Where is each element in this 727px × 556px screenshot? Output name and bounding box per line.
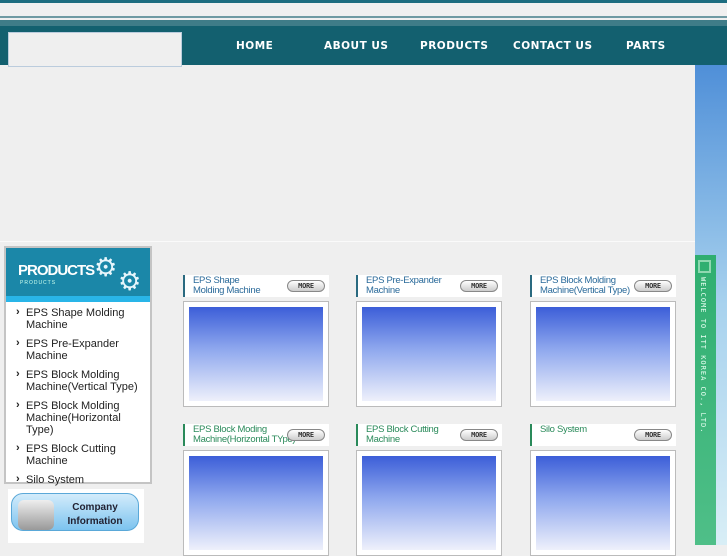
product-card: Silo System MORE (530, 424, 676, 556)
gear-icon: ⚙ (118, 266, 142, 296)
more-button[interactable]: MORE (634, 280, 672, 292)
product-title[interactable]: EPS Block Moding Machine(Horizontal TYpe)… (183, 424, 329, 446)
welcome-text: WELCOME TO ITT KOREA CO., LTD. (699, 277, 707, 434)
product-image[interactable] (530, 450, 676, 556)
product-image[interactable] (356, 301, 502, 407)
welcome-panel: WELCOME TO ITT KOREA CO., LTD. (695, 255, 716, 545)
more-button[interactable]: MORE (634, 429, 672, 441)
more-button[interactable]: MORE (460, 280, 498, 292)
sidebar-header: PRODUCTS PRODUCTS ⚙ ⚙ (6, 248, 150, 302)
sidebar-item[interactable]: EPS Block Molding Machine(Vertical Type) (16, 368, 150, 393)
product-card: EPS Block Molding Machine(Vertical Type) M… (530, 275, 676, 407)
product-title[interactable]: Silo System MORE (530, 424, 676, 446)
company-info-label: Company Information (67, 502, 123, 527)
square-icon (698, 260, 711, 273)
company-info-button[interactable]: Company Information (8, 489, 144, 543)
product-card: EPS Pre-Expander Machine MORE (356, 275, 502, 407)
sidebar-subtitle: PRODUCTS (20, 280, 57, 286)
nav-home[interactable]: HOME (236, 40, 273, 52)
product-title[interactable]: EPS Block Cutting Machine MORE (356, 424, 502, 446)
nav-contact-us[interactable]: CONTACT US (513, 40, 593, 52)
product-image[interactable] (183, 450, 329, 556)
product-image[interactable] (183, 301, 329, 407)
product-card: EPS Block Moding Machine(Horizontal TYpe)… (183, 424, 329, 556)
sidebar-item[interactable]: Silo System (16, 473, 150, 486)
nav-bar: HOME ABOUT US PRODUCTS CONTACT US PARTS (0, 20, 727, 67)
product-title[interactable]: EPS Pre-Expander Machine MORE (356, 275, 502, 297)
logo[interactable] (8, 32, 182, 67)
more-button[interactable]: MORE (460, 429, 498, 441)
nav-about-us[interactable]: ABOUT US (324, 40, 389, 52)
nav-parts[interactable]: PARTS (626, 40, 666, 52)
sidebar-title: PRODUCTS (18, 262, 95, 279)
product-title[interactable]: EPS Shape Molding Machine MORE (183, 275, 329, 297)
divider (0, 241, 695, 242)
sidebar-item[interactable]: EPS Block Molding Machine(Horizontal Typ… (16, 399, 150, 436)
gear-icon: ⚙ (94, 252, 118, 282)
sidebar-item[interactable]: EPS Shape Molding Machine (16, 306, 150, 331)
top-band (0, 3, 727, 18)
more-button[interactable]: MORE (287, 280, 325, 292)
product-image[interactable] (356, 450, 502, 556)
product-card: EPS Shape Molding Machine MORE (183, 275, 329, 407)
more-button[interactable]: MORE (287, 429, 325, 441)
product-title[interactable]: EPS Block Molding Machine(Vertical Type) M… (530, 275, 676, 297)
sidebar-item[interactable]: EPS Block Cutting Machine (16, 442, 150, 467)
product-card: EPS Block Cutting Machine MORE (356, 424, 502, 556)
products-sidebar: PRODUCTS PRODUCTS ⚙ ⚙ EPS Shape Molding … (4, 246, 152, 486)
product-image[interactable] (530, 301, 676, 407)
sidebar-item[interactable]: EPS Pre-Expander Machine (16, 337, 150, 362)
camcorder-icon (18, 500, 54, 530)
nav-products[interactable]: PRODUCTS (420, 40, 488, 52)
